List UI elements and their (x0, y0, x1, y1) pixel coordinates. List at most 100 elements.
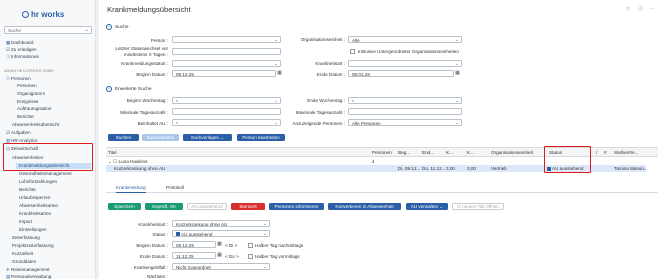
reset-button[interactable]: Zurücksetzen (142, 134, 179, 141)
sidebar-item-dashboard[interactable]: ▦Dashboard (6, 40, 33, 46)
sidebar-item-todo[interactable]: ☑Zu erledigen (6, 47, 37, 53)
sidebar-item-berichte[interactable]: Berichte (17, 114, 34, 119)
illness-type-label: Krankheitsart : (315, 61, 345, 66)
max-days-input[interactable] (348, 108, 462, 115)
sidebar-item-zeiterfassung[interactable]: Zeiterfassung (12, 235, 40, 240)
row-k2: 3,00 (467, 166, 476, 171)
sidebar-item-personalverwaltung[interactable]: ▤Personalverwaltung (6, 274, 51, 279)
open-new-tab-button[interactable]: In neuem Tab öffnen (452, 203, 504, 210)
chevron-down-icon: ⌄ (439, 204, 444, 209)
search-button[interactable]: Suchen (108, 134, 139, 141)
col-begin[interactable]: Beg... (398, 150, 410, 155)
sidebar-item-lohnfortzahlungen[interactable]: Lohnfortzahlungen (19, 179, 57, 184)
chevron-down-icon: ⌄ (263, 264, 267, 269)
extended-search-header[interactable]: ^ Erweiterte Suche (106, 86, 152, 92)
sidebar-item-berichte-2[interactable]: Berichte (19, 187, 36, 192)
sidebar-item-reisemanagement[interactable]: ✈Reisemanagement (6, 267, 50, 273)
confirm-button[interactable]: Geprüft, OK (145, 203, 183, 210)
last-change-input[interactable] (172, 48, 281, 55)
half-day-afternoon-checkbox[interactable] (248, 243, 253, 248)
col-slash[interactable]: / (596, 150, 597, 155)
search-presets-button[interactable]: Suchvorlagen ⌄ (183, 134, 232, 141)
col-org[interactable]: Organisationseinheit (491, 150, 533, 155)
begin-date-input[interactable]: 09.12.25 (172, 70, 276, 77)
begin-weekday-select[interactable]: * ⌄ (172, 97, 281, 104)
col-hash[interactable]: # (604, 150, 607, 155)
convert-absence-button[interactable]: Konvertieren in Abwesenheit (328, 203, 401, 210)
detail-illness-select[interactable]: Kurzerkrankung ohne AU ⌄ (172, 220, 270, 227)
chevron-down-icon: ⌄ (455, 61, 459, 66)
person-label: Person : (150, 38, 168, 43)
last-change-label-2: mindestens X Tagen : (123, 52, 168, 57)
calendar-icon[interactable]: ▦ (216, 252, 223, 259)
sidebar-item-personen[interactable]: Personen (17, 83, 37, 88)
detail-illness-label: Krankheitsart : (138, 222, 168, 227)
search-section-header[interactable]: ^ Suche (106, 24, 129, 30)
sidebar-item-abwesenheitsarten[interactable]: Abwesenheitsarten (19, 203, 58, 208)
header-action-icons[interactable]: ☆ ⓘ ⋯ (626, 5, 658, 12)
detail-begin-input[interactable]: 09.12.25 (172, 241, 216, 248)
detail-case-select[interactable]: Nicht zugeordnet ⌄ (172, 263, 270, 270)
group-count: 4 (372, 159, 375, 164)
col-persons[interactable]: Personen (372, 150, 392, 155)
chevron-down-icon: ⌄ (274, 98, 278, 103)
detail-status-select[interactable]: AU ausstehend ⌄ (172, 230, 270, 237)
sidebar-item-krankheitsarten[interactable]: Krankheitsarten (19, 211, 51, 216)
col-k2[interactable]: K... (467, 150, 474, 155)
col-end[interactable]: End... (422, 150, 434, 155)
tab-krankmeldung[interactable]: Krankmeldung (116, 185, 146, 193)
org-select[interactable]: Alle ⌄ (348, 36, 462, 43)
col-deputy[interactable]: Stellvertre... (614, 150, 639, 155)
sidebar-item-urlaubssperren[interactable]: Urlaubssperren (19, 195, 50, 200)
todo-icon: ☑ (6, 47, 11, 52)
include-sub-checkbox[interactable] (350, 49, 355, 54)
row-deputy: Tamina Manso... (614, 166, 648, 171)
au-manage-button[interactable]: AU verwalten ⌄ (406, 203, 448, 210)
sidebar-item-gesundheit[interactable]: Gesundheitsmanagement (19, 171, 72, 176)
plane-icon: ✈ (6, 267, 10, 272)
row-k1: 3,00 (446, 166, 455, 171)
sidebar-item-auftrag[interactable]: Auftrautogisation (17, 106, 51, 111)
sidebar-item-grunddaten[interactable]: Grunddaten (12, 259, 36, 264)
illness-type-select[interactable]: ⌄ (348, 60, 462, 67)
sidebar-item-projektzeiterfassung[interactable]: Projektzeiterfassung (12, 243, 54, 248)
min-days-input[interactable] (172, 108, 281, 115)
sidebar-item-import[interactable]: Import (19, 219, 32, 224)
calendar-icon[interactable]: ▦ (276, 70, 283, 77)
detail-end-nav[interactable]: < Do > (225, 254, 239, 259)
half-day-morning-checkbox[interactable] (248, 254, 253, 259)
begin-date-label: Beginn Datum : (136, 72, 168, 77)
sidebar-item-ereignisse[interactable]: Ereignisse (17, 99, 38, 104)
inform-persons-button[interactable]: Personen informieren (269, 203, 324, 210)
sidebar-item-personen-group[interactable]: ⚇Personen (6, 76, 31, 82)
col-k1[interactable]: K... (446, 150, 453, 155)
save-button[interactable]: Speichern (108, 203, 141, 210)
status-select[interactable]: ⌄ (172, 60, 281, 67)
detail-end-input[interactable]: 11.12.25 (172, 252, 216, 259)
calendar-icon[interactable]: ▦ (454, 70, 461, 77)
sidebar-search-input[interactable]: Suche ⌄ (4, 26, 92, 34)
sidebar-item-abwesenheitsuebersicht[interactable]: Abwesenheitsübersicht (12, 122, 59, 127)
detail-begin-label: Beginn Datum : (136, 243, 168, 248)
sidebar-item-aufgaben[interactable]: ☑Aufgaben (6, 130, 31, 136)
detail-begin-nav[interactable]: < Di > (225, 243, 237, 248)
edit-person-button[interactable]: Person bearbeiten (237, 134, 285, 141)
sidebar-item-info[interactable]: ⓘInformationen (6, 54, 39, 60)
au-pending-button[interactable]: AU ausstehend (187, 203, 227, 210)
sidebar-item-einstellungen[interactable]: Einstellungen (19, 227, 47, 232)
dashboard-icon: ▦ (6, 40, 11, 45)
tab-protokoll[interactable]: Protokoll (166, 185, 184, 190)
sidebar-item-kurzarbeit[interactable]: Kurzarbeit (12, 251, 33, 256)
involves-au-select[interactable]: * ⌄ (172, 119, 281, 126)
chevron-down-icon: ⌄ (455, 37, 459, 42)
row-end: Do, 11.12... (422, 166, 446, 171)
end-weekday-select[interactable]: * ⌄ (348, 97, 462, 104)
end-date-input[interactable]: 08.01.26 (348, 70, 454, 77)
person-select[interactable]: ⌄ (172, 36, 281, 43)
col-title[interactable]: Titel (108, 150, 117, 155)
sidebar-item-organigramm[interactable]: Organigramm (17, 91, 45, 96)
show-persons-select[interactable]: Alle Personen ⌄ (348, 119, 462, 126)
detail-tabs: Krankmeldung Protokoll (106, 183, 658, 193)
calendar-icon[interactable]: ▦ (216, 241, 223, 248)
cancel-button[interactable]: Storniert (231, 203, 265, 210)
